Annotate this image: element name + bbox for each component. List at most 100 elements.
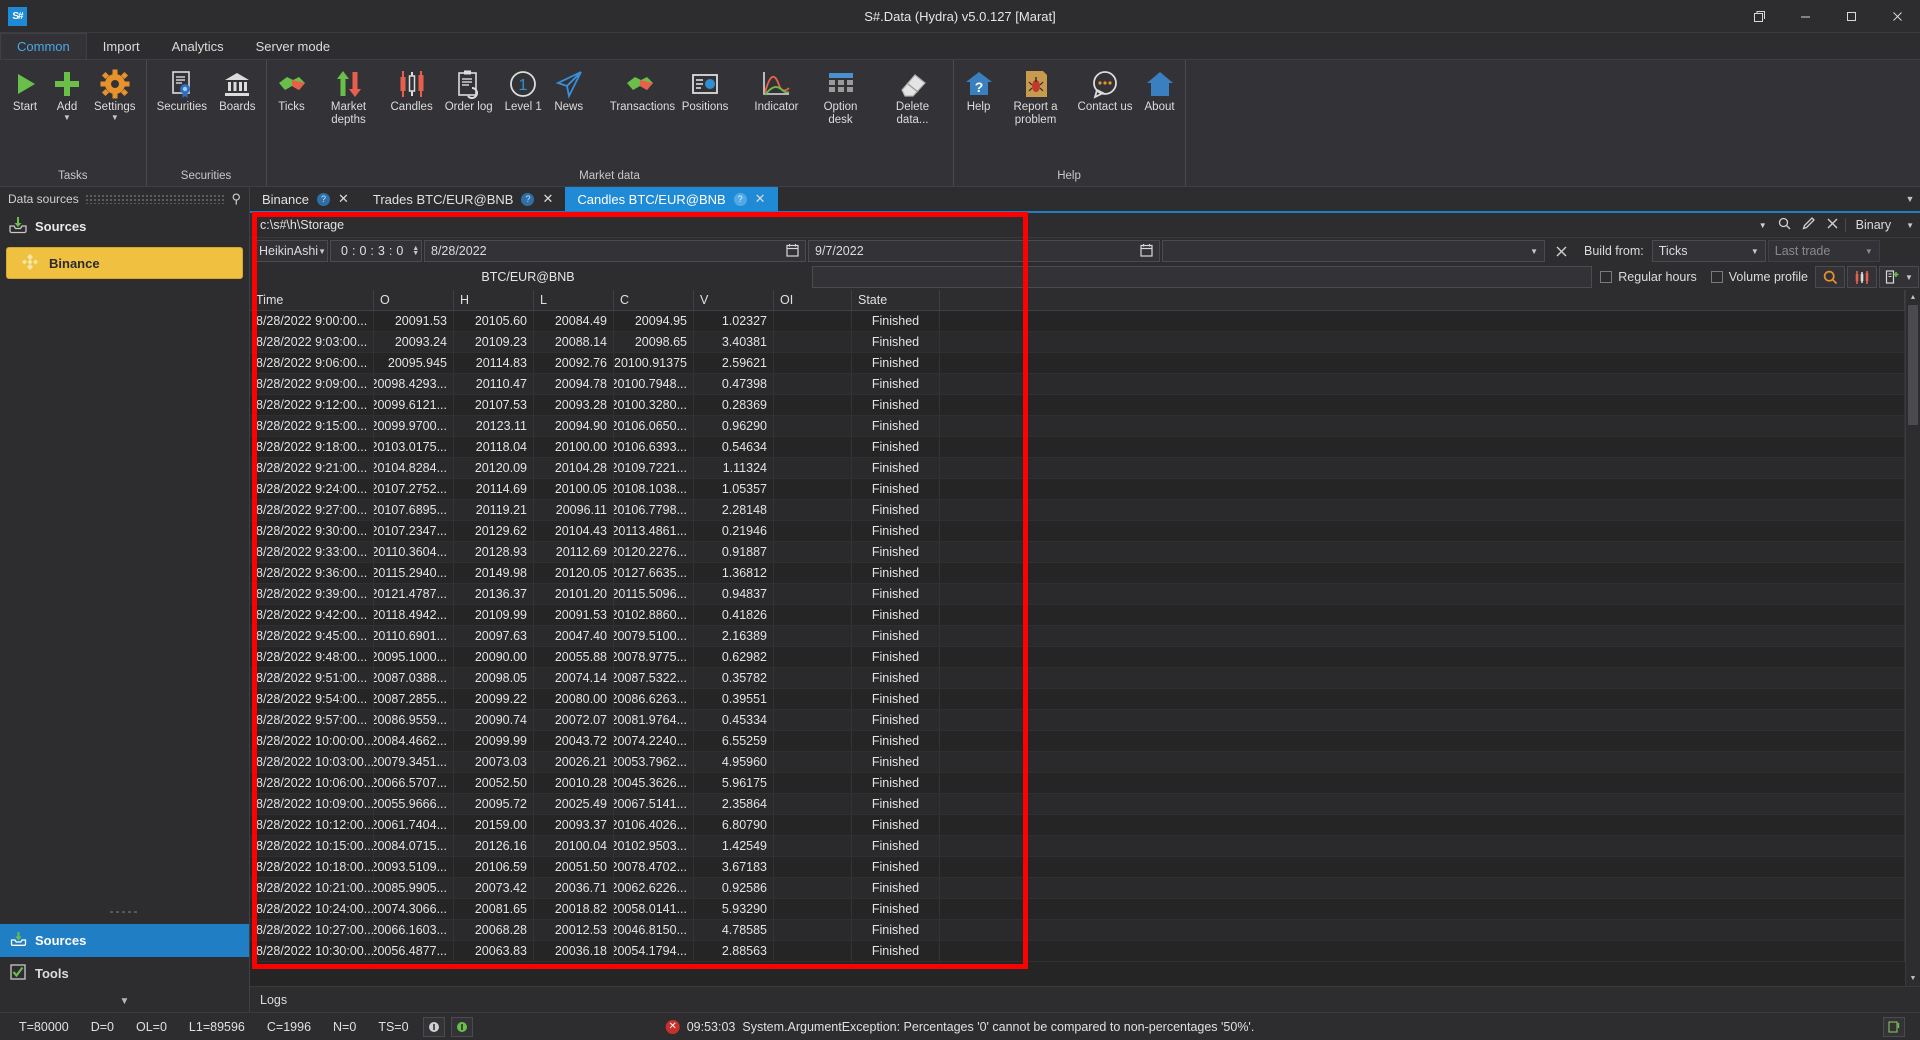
table-row[interactable]: 8/28/2022 9:09:00...20098.4293...20110.4… (250, 374, 1905, 395)
table-row[interactable]: 8/28/2022 10:00:00...20084.4662...20099.… (250, 731, 1905, 752)
board-clear-button[interactable] (1547, 240, 1576, 262)
document-tab-candles[interactable]: Candles BTC/EUR@BNB ? ✕ (565, 187, 777, 211)
chevron-down-icon[interactable]: ▼ (1759, 221, 1767, 230)
ribbon-button-positions[interactable]: Positions (676, 64, 735, 168)
storage-format-select[interactable]: Binary ▼ (1845, 218, 1914, 232)
table-row[interactable]: 8/28/2022 10:30:00...20056.4877...20063.… (250, 941, 1905, 962)
timeframe-minutes[interactable]: 3 (374, 244, 389, 258)
checkbox-box[interactable] (1711, 271, 1723, 283)
status-info-button[interactable] (423, 1017, 445, 1037)
ribbon-button-securities[interactable]: Securities (151, 64, 214, 168)
ribbon-button-option-desk[interactable]: Option desk (805, 64, 877, 168)
table-row[interactable]: 8/28/2022 9:18:00...20103.0175...20118.0… (250, 437, 1905, 458)
volume-profile-checkbox[interactable]: Volume profile (1705, 266, 1814, 288)
filter-search-input[interactable] (812, 266, 1592, 288)
minimize-button[interactable] (1782, 0, 1828, 32)
status-export-button[interactable] (1883, 1017, 1905, 1037)
ribbon-tab-import[interactable]: Import (87, 33, 156, 59)
column-header-time[interactable]: Time (250, 290, 374, 310)
column-header-high[interactable]: H (454, 290, 534, 310)
logs-panel-header[interactable]: Logs (250, 986, 1920, 1012)
chevron-down-icon[interactable]: ▼ (1530, 247, 1538, 256)
chevron-down-icon[interactable]: ▼ (1906, 221, 1914, 230)
pin-icon[interactable]: ⚲ (231, 191, 241, 207)
ribbon-button-about[interactable]: About (1139, 64, 1181, 168)
status-play-button[interactable] (451, 1017, 473, 1037)
document-tab-binance[interactable]: Binance ? ✕ (250, 187, 361, 211)
close-icon[interactable]: ✕ (755, 191, 766, 207)
checkbox-box[interactable] (1600, 271, 1612, 283)
chevron-down-icon[interactable]: ▼ (318, 247, 326, 256)
maximize-button[interactable] (1828, 0, 1874, 32)
ribbon-tab-analytics[interactable]: Analytics (156, 33, 240, 59)
date-to-input[interactable]: 9/7/2022 (808, 240, 1160, 262)
restore-down-button[interactable] (1736, 0, 1782, 32)
table-row[interactable]: 8/28/2022 9:21:00...20104.8284...20120.0… (250, 458, 1905, 479)
help-icon[interactable]: ? (734, 193, 747, 206)
calendar-icon[interactable] (1140, 243, 1153, 260)
ribbon-tab-server-mode[interactable]: Server mode (240, 33, 346, 59)
spinner-arrows-icon[interactable]: ▲▼ (412, 246, 419, 256)
table-row[interactable]: 8/28/2022 10:21:00...20085.9905...20073.… (250, 878, 1905, 899)
ribbon-button-delete-data[interactable]: Delete data... (877, 64, 949, 168)
ribbon-button-contact-us[interactable]: Contact us (1072, 64, 1139, 168)
table-row[interactable]: 8/28/2022 9:30:00...20107.2347...20129.6… (250, 521, 1905, 542)
table-row[interactable]: 8/28/2022 9:42:00...20118.4942...20109.9… (250, 605, 1905, 626)
ribbon-tab-common[interactable]: Common (0, 33, 87, 59)
chevron-down-icon[interactable]: ▼ (1905, 273, 1913, 282)
table-row[interactable]: 8/28/2022 9:57:00...20086.9559...20090.7… (250, 710, 1905, 731)
build-from-select[interactable]: Ticks ▼ (1652, 240, 1766, 262)
sidebar-collapse-button[interactable]: ▼ (0, 990, 249, 1012)
storage-path-text[interactable]: c:\s#\h\Storage (260, 218, 344, 232)
ribbon-button-indicator[interactable]: Indicator (748, 64, 804, 168)
ribbon-button-boards[interactable]: Boards (213, 64, 261, 168)
table-row[interactable]: 8/28/2022 9:06:00...20095.94520114.83200… (250, 353, 1905, 374)
table-row[interactable]: 8/28/2022 9:36:00...20115.2940...20149.9… (250, 563, 1905, 584)
table-row[interactable]: 8/28/2022 9:54:00...20087.2855...20099.2… (250, 689, 1905, 710)
ribbon-button-transactions[interactable]: Transactions (604, 64, 676, 168)
table-row[interactable]: 8/28/2022 9:45:00...20110.6901...20097.6… (250, 626, 1905, 647)
close-button[interactable] (1874, 0, 1920, 32)
ribbon-button-help[interactable]: ? Help (958, 64, 1000, 168)
scroll-track[interactable] (1906, 305, 1920, 971)
table-row[interactable]: 8/28/2022 9:48:00...20095.1000...20090.0… (250, 647, 1905, 668)
document-tab-trades[interactable]: Trades BTC/EUR@BNB ? ✕ (361, 187, 565, 211)
edit-pencil-icon[interactable] (1802, 217, 1815, 233)
sidebar-item-binance[interactable]: Binance (6, 247, 243, 279)
candle-type-select[interactable]: HeikinAshi ▼ (252, 240, 328, 262)
ribbon-button-level-1[interactable]: 1 Level 1 (499, 64, 548, 168)
date-from-input[interactable]: 8/28/2022 (424, 240, 806, 262)
close-icon[interactable] (1826, 217, 1839, 233)
calendar-icon[interactable] (786, 243, 799, 260)
ribbon-button-start[interactable]: Start (4, 64, 46, 168)
timeframe-days[interactable]: 0 (337, 244, 352, 258)
chevron-down-icon[interactable]: ▼ (1751, 247, 1759, 256)
table-vertical-scrollbar[interactable]: ▲ ▼ (1905, 290, 1920, 986)
table-row[interactable]: 8/28/2022 9:15:00...20099.9700...20123.1… (250, 416, 1905, 437)
column-header-state[interactable]: State (852, 290, 940, 310)
ribbon-button-candles[interactable]: Candles (385, 64, 439, 168)
ribbon-button-ticks[interactable]: Ticks (271, 64, 313, 168)
help-icon[interactable]: ? (317, 193, 330, 206)
table-row[interactable]: 8/28/2022 9:24:00...20107.2752...20114.6… (250, 479, 1905, 500)
table-row[interactable]: 8/28/2022 10:06:00...20066.5707...20052.… (250, 773, 1905, 794)
ribbon-button-report-problem[interactable]: Report a problem (1000, 64, 1072, 168)
tab-overflow-chevron-icon[interactable]: ▼ (1900, 187, 1920, 211)
board-filter-input[interactable]: ▼ (1162, 240, 1545, 262)
table-row[interactable]: 8/28/2022 10:09:00...20055.9666...20095.… (250, 794, 1905, 815)
scroll-thumb[interactable] (1908, 305, 1918, 425)
column-header-close[interactable]: C (614, 290, 694, 310)
ribbon-button-market-depths[interactable]: Market depths (313, 64, 385, 168)
chevron-down-icon[interactable]: ▼ (63, 114, 71, 121)
help-icon[interactable]: ? (521, 193, 534, 206)
chevron-down-icon[interactable]: ▼ (1865, 247, 1873, 256)
column-header-open[interactable]: O (374, 290, 454, 310)
timeframe-stepper[interactable]: 0: 0: 3: 0 ▲▼ (330, 240, 422, 262)
close-icon[interactable]: ✕ (338, 191, 349, 207)
regular-hours-checkbox[interactable]: Regular hours (1594, 266, 1703, 288)
scroll-up-arrow-icon[interactable]: ▲ (1906, 290, 1920, 305)
table-row[interactable]: 8/28/2022 10:03:00...20079.3451...20073.… (250, 752, 1905, 773)
table-row[interactable]: 8/28/2022 9:00:00...20091.5320105.602008… (250, 311, 1905, 332)
timeframe-seconds[interactable]: 0 (392, 244, 407, 258)
table-row[interactable]: 8/28/2022 10:15:00...20084.0715...20126.… (250, 836, 1905, 857)
